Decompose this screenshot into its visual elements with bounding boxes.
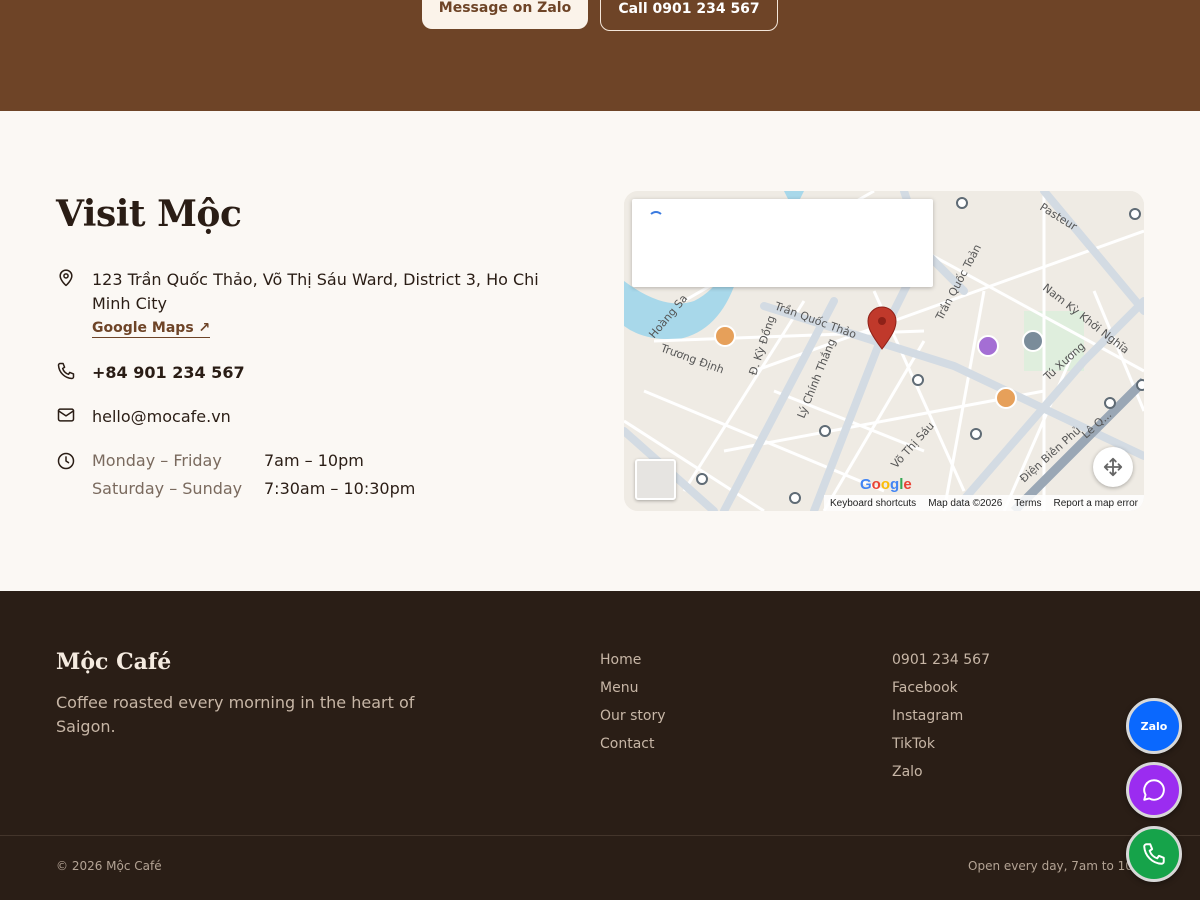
footer-link-tiktok[interactable]: TikTok: [892, 730, 990, 758]
footer-link-home[interactable]: Home: [600, 646, 666, 674]
report-map-error-link[interactable]: Report a map error: [1054, 498, 1138, 509]
google-logo: Google: [860, 476, 912, 493]
hours-time: 7:30am – 10:30pm: [264, 479, 416, 498]
footer-tagline: Coffee roasted every morning in the hear…: [56, 693, 415, 736]
map-pin-icon: [56, 268, 76, 288]
phone-icon: [1141, 841, 1167, 867]
footer-contact: 0901 234 567 Facebook Instagram TikTok Z…: [892, 646, 990, 786]
footer-link-our-story[interactable]: Our story: [600, 702, 666, 730]
visit-title: Visit Mộc: [56, 193, 242, 235]
address-text: 123 Trần Quốc Thảo, Võ Thị Sáu Ward, Dis…: [92, 270, 539, 313]
footer: Mộc Café Coffee roasted every morning in…: [0, 591, 1200, 900]
chat-fab-button[interactable]: [1126, 762, 1182, 818]
footer-link-zalo[interactable]: Zalo: [892, 758, 990, 786]
map-type-toggle[interactable]: [635, 459, 676, 500]
map-attribution-bar: Keyboard shortcuts Map data ©2026 Terms …: [824, 495, 1144, 511]
zalo-fab-button[interactable]: Zalo: [1126, 698, 1182, 754]
fullscreen-icon[interactable]: [1093, 447, 1133, 487]
mail-icon: [56, 405, 76, 425]
phone-row: +84 901 234 567: [56, 361, 245, 385]
terms-link[interactable]: Terms: [1014, 498, 1041, 509]
visit-section: Visit Mộc 123 Trần Quốc Thảo, Võ Thị Sáu…: [0, 111, 1200, 591]
cta-band: Message on Zalo Call 0901 234 567: [0, 0, 1200, 111]
phone-icon: [56, 361, 76, 381]
hours-line: Saturday – Sunday 7:30am – 10:30pm: [92, 475, 415, 503]
footer-brand: Mộc Café: [56, 649, 172, 675]
map-data-text: Map data ©2026: [928, 497, 1003, 509]
hours-table: Monday – Friday 7am – 10pm Saturday – Su…: [92, 447, 415, 503]
footer-divider: [0, 835, 1200, 836]
footer-link-facebook[interactable]: Facebook: [892, 674, 990, 702]
footer-hours-note: Open every day, 7am to 10pm: [968, 859, 1153, 873]
google-maps-link[interactable]: Google Maps ↗: [92, 319, 211, 338]
footer-nav: Home Menu Our story Contact: [600, 646, 666, 758]
clock-icon: [56, 451, 76, 471]
hours-row: Monday – Friday 7am – 10pm Saturday – Su…: [56, 447, 415, 503]
hours-days: Saturday – Sunday: [92, 479, 243, 498]
footer-link-phone[interactable]: 0901 234 567: [892, 646, 990, 674]
message-on-zalo-button[interactable]: Message on Zalo: [422, 0, 588, 29]
embedded-map[interactable]: Trần Quốc Thảo Trần Quốc Toản Pasteur Na…: [624, 191, 1144, 511]
loading-spinner-icon: [648, 211, 664, 227]
map-info-card: [632, 199, 933, 287]
keyboard-shortcuts-link[interactable]: Keyboard shortcuts: [830, 498, 916, 509]
address-row: 123 Trần Quốc Thảo, Võ Thị Sáu Ward, Dis…: [56, 268, 582, 338]
phone-link[interactable]: +84 901 234 567: [92, 361, 245, 385]
hours-line: Monday – Friday 7am – 10pm: [92, 447, 415, 475]
footer-link-menu[interactable]: Menu: [600, 674, 666, 702]
phone-fab-button[interactable]: [1126, 826, 1182, 882]
call-phone-button[interactable]: Call 0901 234 567: [600, 0, 778, 31]
zalo-fab-label: Zalo: [1140, 719, 1168, 733]
chat-bubble-icon: [1141, 777, 1167, 803]
hours-days: Monday – Friday: [92, 451, 222, 470]
footer-link-instagram[interactable]: Instagram: [892, 702, 990, 730]
email-row: hello@mocafe.vn: [56, 405, 231, 429]
email-link[interactable]: hello@mocafe.vn: [92, 405, 231, 429]
hours-time: 7am – 10pm: [264, 451, 364, 470]
copyright: © 2026 Mộc Café: [56, 859, 162, 873]
footer-link-contact[interactable]: Contact: [600, 730, 666, 758]
